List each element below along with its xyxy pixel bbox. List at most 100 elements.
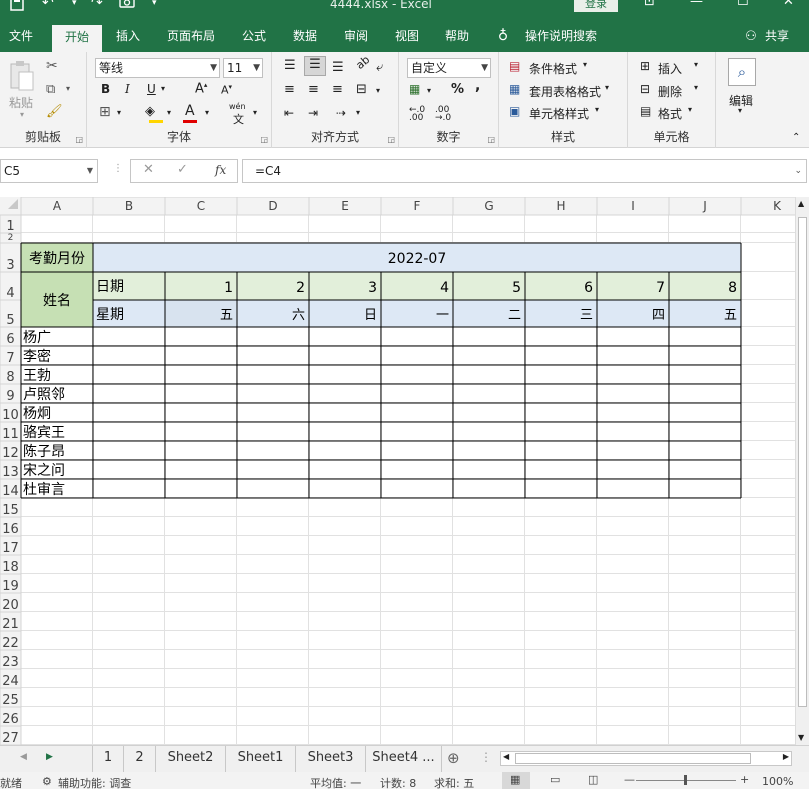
align-right-icon[interactable]: ≡ <box>332 82 343 97</box>
share-button[interactable]: 共享 <box>762 22 792 52</box>
zoom-out-icon[interactable]: — <box>624 773 635 786</box>
sheet-tab-sheet3[interactable]: Sheet3 <box>296 746 366 772</box>
column-header[interactable] <box>740 197 795 216</box>
tab-insert[interactable]: 插入 <box>108 22 148 52</box>
percent-icon[interactable]: % <box>451 82 464 97</box>
copy-dropdown-icon[interactable]: ▾ <box>66 84 70 93</box>
undo-icon[interactable]: ↶ <box>42 0 54 10</box>
formula-input[interactable]: =C4 ⌄ <box>242 159 807 183</box>
clipboard-launcher-icon[interactable]: ◲ <box>75 135 83 144</box>
border-icon[interactable]: ⊞ <box>99 104 111 120</box>
zoom-level[interactable]: 100% <box>762 775 793 788</box>
comma-style-icon[interactable]: , <box>475 78 480 94</box>
tab-formulas[interactable]: 公式 <box>234 22 274 52</box>
fill-color-dropdown-icon[interactable]: ▾ <box>167 108 171 117</box>
decrease-decimal-icon[interactable]: .00 →.0 <box>435 106 451 123</box>
sheet-tab-sheet2[interactable]: Sheet2 <box>156 746 226 772</box>
number-launcher-icon[interactable]: ◲ <box>487 135 495 144</box>
insert-function-icon[interactable]: fx <box>215 163 226 177</box>
camera-icon[interactable] <box>119 0 135 8</box>
close-icon[interactable]: ✕ <box>783 0 794 9</box>
ribbon-display-icon[interactable]: ⊡ <box>644 0 655 9</box>
tab-file[interactable]: 文件 <box>0 22 42 52</box>
scroll-left-icon[interactable]: ◀ <box>503 752 509 761</box>
undo-dropdown-icon[interactable]: ▾ <box>72 0 77 9</box>
format-cells-button[interactable]: 格式 <box>658 105 682 122</box>
font-name-select[interactable]: 等线 ▼ <box>95 58 220 78</box>
orientation-icon[interactable]: ab <box>353 53 372 72</box>
decrease-font-icon[interactable]: A▾ <box>221 83 232 97</box>
scroll-right-icon[interactable]: ▶ <box>783 752 789 761</box>
tell-me-search[interactable]: 操作说明搜索 <box>520 22 602 52</box>
cell-styles-button[interactable]: 单元格样式 <box>529 105 589 122</box>
bottom-align-icon[interactable]: ☰ <box>332 60 344 75</box>
fill-color-icon[interactable]: ◈ <box>145 104 155 119</box>
tab-view[interactable]: 视图 <box>387 22 427 52</box>
vertical-scrollbar[interactable]: ▲ ▼ <box>795 197 809 745</box>
number-format-select[interactable]: 自定义 ▼ <box>407 58 491 78</box>
collapse-ribbon-icon[interactable]: ⌃ <box>792 132 800 143</box>
border-dropdown-icon[interactable]: ▾ <box>117 108 121 117</box>
zoom-slider-thumb[interactable] <box>684 775 687 785</box>
phonetic-dropdown-icon[interactable]: ▾ <box>253 108 257 117</box>
font-color-dropdown-icon[interactable]: ▾ <box>205 108 209 117</box>
maximize-icon[interactable]: ☐ <box>737 0 749 9</box>
bold-icon[interactable]: B <box>101 82 110 96</box>
grid-canvas[interactable]: A B C D E F G H I J K12345678910111213141516171819… <box>0 197 795 745</box>
underline-icon[interactable]: U <box>147 82 156 96</box>
scroll-down-icon[interactable]: ▼ <box>798 733 804 742</box>
scroll-tabs-left-icon[interactable]: ◀ <box>20 752 27 762</box>
merge-dropdown-icon[interactable]: ▾ <box>376 86 380 95</box>
tab-data[interactable]: 数据 <box>285 22 325 52</box>
align-left-icon[interactable]: ≡ <box>284 82 295 97</box>
scroll-tabs-right-icon[interactable]: ▶ <box>46 752 53 762</box>
top-align-icon[interactable]: ☰ <box>284 58 296 73</box>
decrease-indent-icon[interactable]: ⇤ <box>284 106 294 120</box>
customize-quick-access-icon[interactable]: ▾ <box>152 0 157 9</box>
tab-page-layout[interactable]: 页面布局 <box>160 22 222 52</box>
alignment-launcher-icon[interactable]: ◲ <box>387 135 395 144</box>
tab-home[interactable]: 开始 <box>52 25 102 52</box>
save-icon[interactable] <box>10 0 24 11</box>
format-as-table-button[interactable]: 套用表格格式 <box>529 83 601 100</box>
merge-center-icon[interactable]: ⊟ <box>356 82 367 97</box>
conditional-format-button[interactable]: 条件格式 <box>529 60 577 77</box>
horizontal-scrollbar[interactable]: ◀ ▶ <box>500 751 792 766</box>
tab-review[interactable]: 审阅 <box>336 22 376 52</box>
sheet-tab-1[interactable]: 1 <box>92 746 124 772</box>
increase-indent-icon[interactable]: ⇥ <box>308 106 318 120</box>
cancel-icon[interactable]: ✕ <box>143 162 154 177</box>
paste-button[interactable]: 粘贴 <box>9 94 33 111</box>
middle-align-icon[interactable]: ☰ <box>304 56 326 76</box>
sheet-tab-2[interactable]: 2 <box>124 746 156 772</box>
increase-decimal-icon[interactable]: ←.0.00 <box>409 106 425 123</box>
redo-icon[interactable]: ↷ <box>91 0 103 10</box>
new-sheet-icon[interactable]: ⊕ <box>447 749 460 767</box>
font-color-icon[interactable]: A <box>185 103 195 119</box>
worksheet-grid[interactable]: A B C D E F G H I J K 1 2 3 4 5 6 7 8 9 10 11 12 13 14 15 16 17 18 19… <box>0 197 795 745</box>
minimize-icon[interactable]: — <box>690 0 703 9</box>
name-box[interactable]: C5 ▼ <box>0 159 98 183</box>
sheet-tab-sheet4[interactable]: Sheet4 ... <box>366 746 442 772</box>
text-direction-dropdown-icon[interactable]: ▾ <box>356 108 360 117</box>
accounting-format-icon[interactable]: ▦ <box>409 82 420 96</box>
page-layout-view-icon[interactable]: ▭ <box>550 773 560 786</box>
scroll-up-icon[interactable]: ▲ <box>798 199 804 208</box>
italic-icon[interactable]: I <box>125 82 130 96</box>
underline-dropdown-icon[interactable]: ▾ <box>161 84 165 93</box>
tab-help[interactable]: 帮助 <box>437 22 477 52</box>
text-direction-icon[interactable]: ⇢ <box>336 106 346 120</box>
phonetic-icon[interactable]: wén <box>229 102 246 111</box>
accounting-dropdown-icon[interactable]: ▾ <box>427 86 431 95</box>
search-icon[interactable]: ⌕ <box>728 58 756 86</box>
font-launcher-icon[interactable]: ◲ <box>260 135 268 144</box>
vertical-scroll-thumb[interactable] <box>798 217 807 707</box>
increase-font-icon[interactable]: A▴ <box>195 81 207 96</box>
page-break-view-icon[interactable]: ◫ <box>588 773 598 786</box>
login-button[interactable]: 登录 <box>574 0 618 12</box>
align-center-icon[interactable]: ≡ <box>308 82 319 97</box>
sheet-tab-sheet1[interactable]: Sheet1 <box>226 746 296 772</box>
wrap-text-icon[interactable]: ⤶ <box>376 60 383 75</box>
paste-dropdown-icon[interactable]: ▾ <box>20 110 24 119</box>
font-size-select[interactable]: 11 ▼ <box>223 58 263 78</box>
